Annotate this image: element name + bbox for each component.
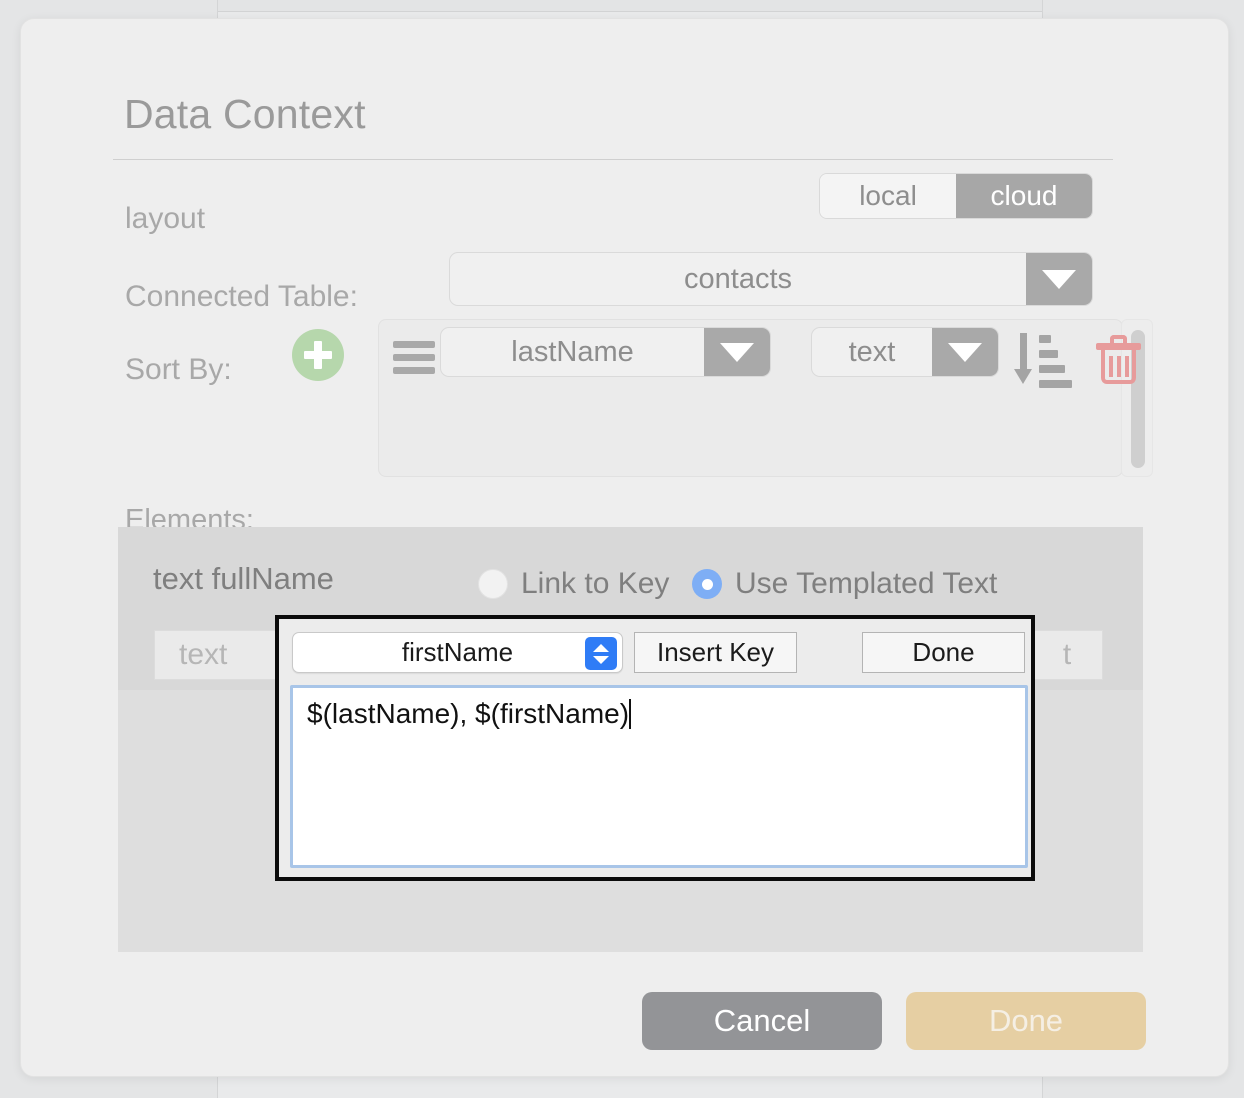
template-done-button[interactable]: Done (862, 632, 1025, 673)
add-sort-button[interactable] (292, 329, 344, 381)
title-divider (113, 159, 1113, 160)
radio-use-templated-text-label: Use Templated Text (735, 567, 998, 600)
segment-cloud[interactable]: cloud (956, 174, 1092, 218)
segment-local[interactable]: local (820, 174, 956, 218)
element-name: text fullName (153, 561, 334, 596)
element-text-field-right[interactable]: t (1031, 630, 1103, 680)
done-button[interactable]: Done (906, 992, 1146, 1050)
connected-table-dropdown[interactable]: contacts (449, 252, 1093, 306)
source-segmented-control[interactable]: local cloud (819, 173, 1093, 219)
chevron-down-icon[interactable] (1026, 253, 1092, 305)
key-select-value: firstName (401, 637, 514, 667)
stepper-up-down-icon[interactable] (585, 637, 617, 670)
sort-descending-icon[interactable] (1011, 333, 1072, 388)
connected-table-label: Connected Table: (125, 280, 358, 313)
sort-by-label: Sort By: (125, 353, 232, 386)
cancel-button[interactable]: Cancel (642, 992, 882, 1050)
layout-label: layout (125, 202, 206, 235)
key-select-dropdown[interactable]: firstName (292, 632, 623, 673)
background-top-strip (218, 0, 1042, 12)
radio-link-to-key-label: Link to Key (521, 567, 670, 600)
trash-icon[interactable] (1096, 335, 1141, 387)
sort-type-dropdown[interactable]: text (811, 327, 999, 377)
sort-field-value: lastName (511, 335, 634, 368)
page-title: Data Context (124, 91, 366, 137)
sort-field-dropdown[interactable]: lastName (440, 327, 771, 377)
radio-use-templated-text[interactable]: Use Templated Text (692, 567, 997, 601)
sort-type-value: text (848, 335, 896, 368)
radio-selected-icon[interactable] (692, 569, 722, 599)
data-context-dialog: Data Context layout local cloud Connecte… (20, 18, 1229, 1077)
text-caret (629, 699, 632, 729)
drag-handle-icon[interactable] (393, 341, 435, 374)
insert-key-button[interactable]: Insert Key (634, 632, 797, 673)
connected-table-value: contacts (684, 262, 792, 295)
chevron-down-icon[interactable] (932, 328, 998, 376)
chevron-down-icon[interactable] (704, 328, 770, 376)
radio-unselected-icon[interactable] (478, 569, 508, 599)
template-text-input[interactable]: $(lastName), $(firstName) (290, 685, 1028, 868)
plus-icon-vertical (314, 341, 322, 369)
radio-link-to-key[interactable]: Link to Key (478, 567, 669, 601)
template-text-value: $(lastName), $(firstName) (307, 698, 630, 729)
template-editor-popup: firstName Insert Key Done $(lastName), $… (275, 615, 1035, 881)
